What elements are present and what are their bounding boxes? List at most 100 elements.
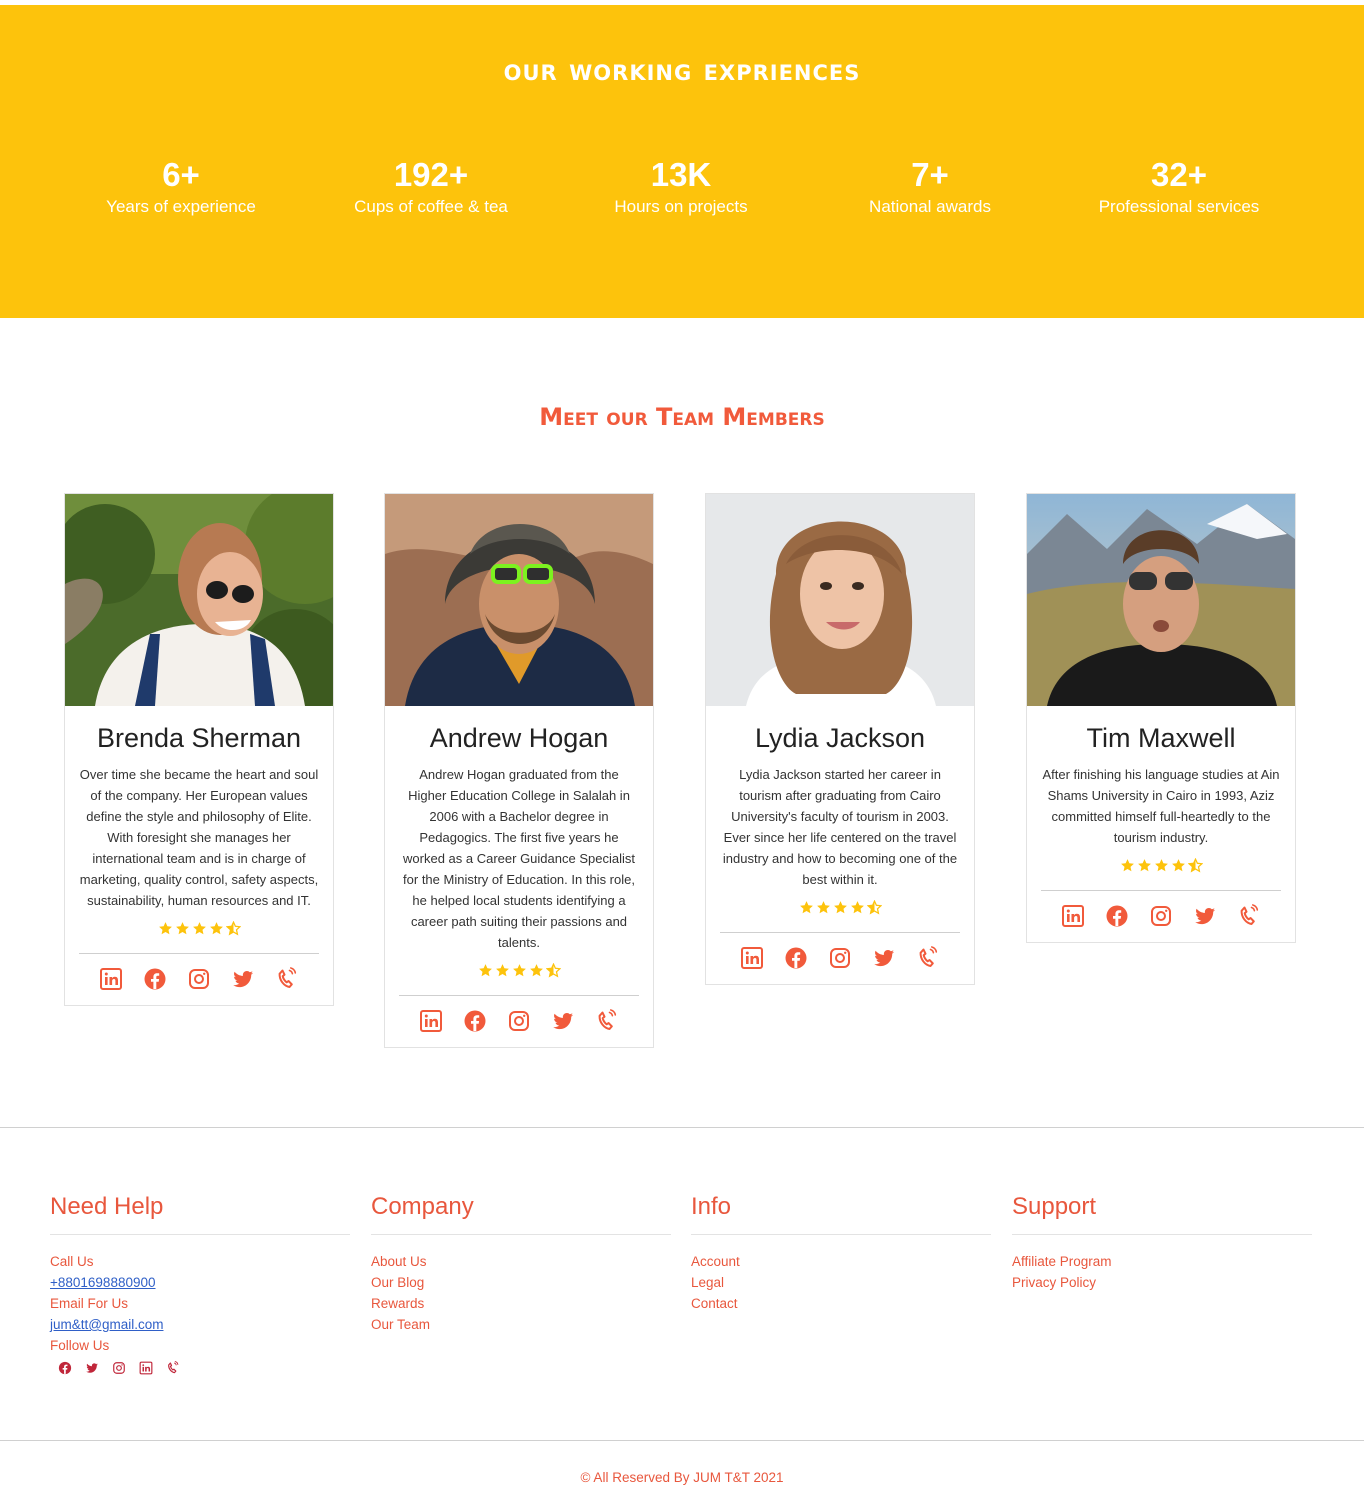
footer-rule <box>1012 1234 1312 1235</box>
footer-heading: Need Help <box>50 1193 164 1220</box>
star-icon <box>529 963 544 978</box>
facebook-icon[interactable] <box>58 1360 72 1374</box>
footer-link-legal[interactable]: Legal <box>691 1272 991 1293</box>
stat-value: 7+ <box>911 156 949 193</box>
call-label: Call Us <box>50 1254 94 1269</box>
member-name: Brenda Sherman <box>96 723 302 753</box>
footer-rule <box>371 1234 671 1235</box>
facebook-icon[interactable] <box>463 1009 487 1033</box>
phone-link[interactable]: +8801698880900 <box>50 1275 156 1290</box>
linkedin-icon[interactable] <box>139 1360 153 1374</box>
star-icon <box>816 900 831 915</box>
star-icon <box>1137 858 1152 873</box>
twitter-icon[interactable] <box>1193 904 1217 928</box>
instagram-icon[interactable] <box>1149 904 1173 928</box>
member-photo <box>65 494 333 706</box>
footer-link-rewards[interactable]: Rewards <box>371 1293 671 1314</box>
twitter-icon[interactable] <box>551 1009 575 1033</box>
member-photo <box>706 494 974 706</box>
member-bio: Lydia Jackson started her career in tour… <box>722 767 958 887</box>
footer-link-our-blog[interactable]: Our Blog <box>371 1272 671 1293</box>
star-half-icon <box>1188 858 1203 873</box>
member-name: Lydia Jackson <box>754 723 926 753</box>
member-photo <box>1027 494 1295 706</box>
stat-label: Cups of coffee & tea <box>354 197 508 216</box>
phone-icon[interactable] <box>916 946 940 970</box>
star-icon <box>850 900 865 915</box>
email-label: Email For Us <box>50 1296 129 1311</box>
star-icon <box>478 963 493 978</box>
facebook-icon[interactable] <box>1105 904 1129 928</box>
footer-socials <box>58 1360 350 1374</box>
instagram-icon[interactable] <box>112 1360 126 1374</box>
footer-need-help: Need Help Call Us +8801698880900 Email F… <box>50 1190 350 1374</box>
experience-title: our working expriences <box>503 53 861 88</box>
twitter-icon[interactable] <box>872 946 896 970</box>
email-link[interactable]: jum&tt@gmail.com <box>50 1317 163 1332</box>
stat-label: Years of experience <box>106 197 256 216</box>
footer-heading: Company <box>371 1193 474 1220</box>
member-rating <box>385 963 653 983</box>
footer-company: Company About Us Our Blog Rewards Our Te… <box>371 1190 671 1335</box>
stat-value: 192+ <box>393 156 469 193</box>
stat-value: 32+ <box>1151 156 1207 193</box>
linkedin-icon[interactable] <box>740 946 764 970</box>
stat-label: Hours on projects <box>614 197 748 216</box>
star-icon <box>192 921 207 936</box>
footer-rule <box>50 1234 350 1235</box>
member-socials <box>385 996 653 1047</box>
linkedin-icon[interactable] <box>1061 904 1085 928</box>
copyright-text: © All Reserved By JUM T&T 2021 <box>580 1470 784 1485</box>
star-icon <box>512 963 527 978</box>
stat-label: National awards <box>869 197 991 216</box>
linkedin-icon[interactable] <box>419 1009 443 1033</box>
member-bio: After finishing his language studies at … <box>1042 767 1280 845</box>
footer-link-affiliate-program[interactable]: Affiliate Program <box>1012 1251 1312 1272</box>
star-icon <box>495 963 510 978</box>
member-photo <box>385 494 653 706</box>
phone-icon[interactable] <box>166 1360 180 1374</box>
twitter-icon[interactable] <box>85 1360 99 1374</box>
footer-link-privacy-policy[interactable]: Privacy Policy <box>1012 1272 1312 1293</box>
stat-label: Professional services <box>1098 197 1260 216</box>
phone-icon[interactable] <box>275 967 299 991</box>
footer-heading: Support <box>1012 1193 1097 1220</box>
member-bio: Andrew Hogan graduated from the Higher E… <box>403 767 635 950</box>
stat-hours: 13K Hours on projects <box>556 155 806 217</box>
phone-icon[interactable] <box>1237 904 1261 928</box>
star-icon <box>158 921 173 936</box>
stat-services: 32+ Professional services <box>1054 155 1304 217</box>
linkedin-icon[interactable] <box>99 967 123 991</box>
star-icon <box>1154 858 1169 873</box>
instagram-icon[interactable] <box>187 967 211 991</box>
instagram-icon[interactable] <box>828 946 852 970</box>
footer-heading: Info <box>691 1193 732 1220</box>
phone-icon[interactable] <box>595 1009 619 1033</box>
stat-awards: 7+ National awards <box>805 155 1055 217</box>
member-socials <box>706 933 974 984</box>
footer-rule <box>691 1234 991 1235</box>
team-card: Lydia Jackson Lydia Jackson started her … <box>705 493 975 985</box>
facebook-icon[interactable] <box>784 946 808 970</box>
footer-link-about-us[interactable]: About Us <box>371 1251 671 1272</box>
footer-support: Support Affiliate Program Privacy Policy <box>1012 1190 1312 1293</box>
team-card: Tim Maxwell After finishing his language… <box>1026 493 1296 943</box>
footer-divider-top <box>0 1127 1364 1128</box>
twitter-icon[interactable] <box>231 967 255 991</box>
team-card: Brenda Sherman Over time she became the … <box>64 493 334 1006</box>
star-icon <box>1171 858 1186 873</box>
footer-link-contact[interactable]: Contact <box>691 1293 991 1314</box>
footer-divider-bottom <box>0 1440 1364 1441</box>
member-rating <box>706 900 974 920</box>
facebook-icon[interactable] <box>143 967 167 991</box>
footer-link-our-team[interactable]: Our Team <box>371 1314 671 1335</box>
footer-link-account[interactable]: Account <box>691 1251 991 1272</box>
star-icon <box>833 900 848 915</box>
star-half-icon <box>867 900 882 915</box>
star-half-icon <box>546 963 561 978</box>
stat-value: 6+ <box>162 156 200 193</box>
member-bio: Over time she became the heart and soul … <box>79 767 319 908</box>
stat-coffee: 192+ Cups of coffee & tea <box>306 155 556 217</box>
instagram-icon[interactable] <box>507 1009 531 1033</box>
member-rating <box>1027 858 1295 878</box>
